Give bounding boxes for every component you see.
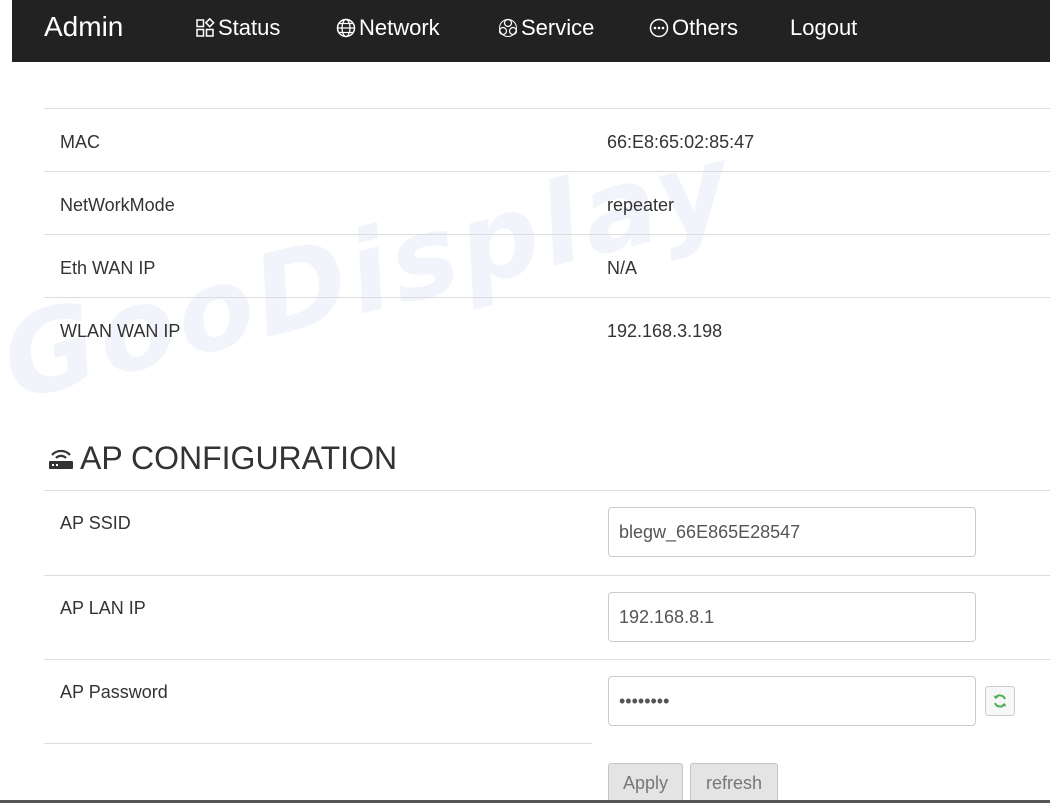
- nav-service[interactable]: Service: [497, 14, 594, 42]
- info-value: 192.168.3.198: [607, 321, 723, 341]
- service-icon: [498, 18, 518, 37]
- ap-lan-ip-row: AP LAN IP: [44, 575, 1050, 659]
- router-icon: [49, 449, 73, 469]
- info-value: 66:E8:65:02:85:47: [607, 132, 755, 152]
- ap-password-label: AP Password: [60, 682, 168, 702]
- info-row-network-mode: NetWorkMode repeater: [44, 171, 1050, 234]
- nav-logout[interactable]: Logout: [790, 14, 857, 42]
- ap-password-row: AP Password: [44, 659, 1050, 743]
- ap-password-input[interactable]: [608, 676, 976, 726]
- ap-ssid-label: AP SSID: [60, 513, 131, 533]
- row-divider: [44, 659, 592, 660]
- info-row-wlan-wan-ip: WLAN WAN IP 192.168.3.198: [44, 297, 1050, 360]
- nav-others[interactable]: Others: [648, 14, 738, 42]
- info-row-eth-wan-ip: Eth WAN IP N/A: [44, 234, 1050, 297]
- row-divider: [592, 575, 1050, 576]
- row-divider: [44, 743, 592, 744]
- nav-status[interactable]: Status: [194, 14, 280, 42]
- row-divider: [44, 575, 592, 576]
- globe-icon: [336, 18, 356, 38]
- nav-service-label: Service: [521, 15, 595, 40]
- row-divider: [44, 490, 592, 491]
- top-navbar: Admin Status Network Service Others Logo…: [12, 0, 1050, 62]
- refresh-button[interactable]: refresh: [690, 763, 778, 803]
- row-divider: [592, 490, 1050, 491]
- nav-network[interactable]: Network: [335, 14, 440, 42]
- nav-network-label: Network: [359, 15, 440, 40]
- ellipsis-circle-icon: [649, 18, 669, 38]
- row-divider: [592, 659, 1050, 660]
- refresh-icon: [993, 694, 1007, 708]
- ap-lan-ip-label: AP LAN IP: [60, 598, 146, 618]
- nav-status-label: Status: [218, 15, 281, 40]
- password-refresh-button[interactable]: [985, 686, 1015, 716]
- brand-title[interactable]: Admin: [44, 11, 123, 43]
- info-value: repeater: [607, 195, 675, 215]
- nav-logout-label: Logout: [790, 15, 858, 40]
- info-table: MAC 66:E8:65:02:85:47 NetWorkMode repeat…: [44, 108, 1050, 360]
- nav-others-label: Others: [672, 15, 739, 40]
- info-label: WLAN WAN IP: [60, 321, 181, 341]
- ap-lan-ip-input[interactable]: [608, 592, 976, 642]
- info-label: MAC: [60, 132, 100, 152]
- info-value: N/A: [607, 258, 638, 278]
- ap-config-title: AP CONFIGURATION: [46, 438, 397, 478]
- info-row-mac: MAC 66:E8:65:02:85:47: [44, 108, 1050, 171]
- ap-config-title-label: AP CONFIGURATION: [80, 440, 398, 476]
- info-label: Eth WAN IP: [60, 258, 156, 278]
- apply-button[interactable]: Apply: [608, 763, 683, 803]
- status-grid-icon: [196, 17, 215, 37]
- ap-ssid-input[interactable]: [608, 507, 976, 557]
- info-label: NetWorkMode: [60, 195, 175, 215]
- ap-ssid-row: AP SSID: [44, 490, 1050, 574]
